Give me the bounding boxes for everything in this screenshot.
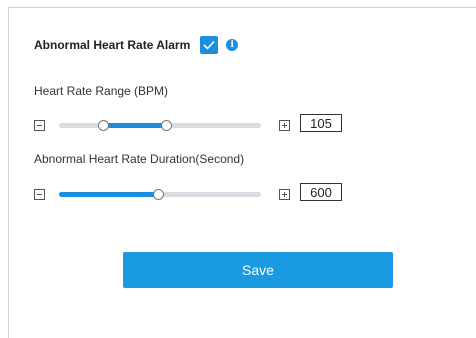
checkmark-icon (203, 40, 215, 50)
heart-rate-value-input[interactable]: 105 (300, 114, 342, 132)
save-button[interactable]: Save (123, 252, 393, 288)
heart-rate-range-fill (103, 123, 167, 128)
duration-slider[interactable] (59, 189, 261, 200)
heart-rate-max-handle[interactable] (161, 120, 173, 131)
heart-rate-range-slider[interactable] (59, 120, 261, 131)
panel-border-top (8, 7, 476, 8)
info-icon[interactable]: i (226, 39, 239, 51)
heart-rate-range-slider-row: 105 (34, 114, 354, 137)
heart-rate-min-handle[interactable] (98, 120, 110, 131)
duration-fill (59, 192, 158, 197)
duration-label: Abnormal Heart Rate Duration(Second) (34, 152, 245, 166)
heart-rate-range-label: Heart Rate Range (BPM) (34, 84, 169, 98)
duration-increment-button[interactable] (279, 189, 290, 200)
panel-border-left (8, 7, 9, 338)
duration-slider-row: 600 (34, 183, 354, 206)
heart-rate-increment-button[interactable] (279, 120, 290, 131)
duration-value-input[interactable]: 600 (300, 183, 342, 201)
duration-decrement-button[interactable] (34, 189, 45, 200)
alarm-title: Abnormal Heart Rate Alarm (34, 38, 191, 52)
heart-rate-decrement-button[interactable] (34, 120, 45, 131)
alarm-header: Abnormal Heart Rate Alarm i (34, 35, 239, 55)
alarm-enable-checkbox[interactable] (200, 36, 219, 54)
duration-handle[interactable] (152, 189, 164, 200)
